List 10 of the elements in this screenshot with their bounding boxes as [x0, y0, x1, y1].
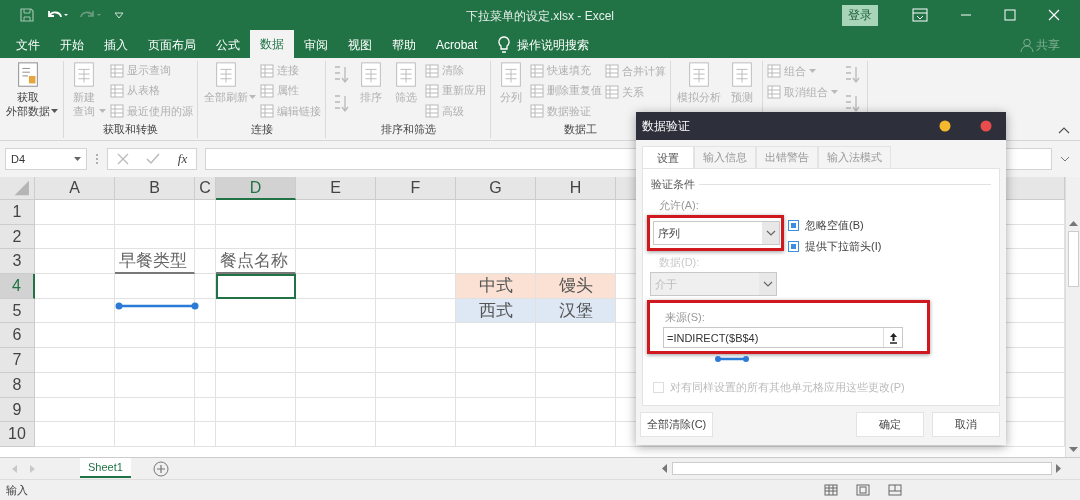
section-label: 验证条件 — [651, 177, 695, 192]
group-label: 连接 — [250, 123, 273, 135]
group-label: 获取和转换 — [103, 123, 158, 135]
field-label: 允许(A): — [658, 198, 700, 213]
group-label: 数据工 — [564, 123, 597, 135]
window-title: 下拉菜单的设定.xlsx - Excel — [466, 8, 614, 23]
group-label: 排序和筛选 — [380, 123, 436, 135]
status-text: 输入 — [6, 482, 28, 498]
field-label: 来源(S): — [664, 310, 706, 325]
dialog-title: 数据验证 — [642, 117, 690, 135]
